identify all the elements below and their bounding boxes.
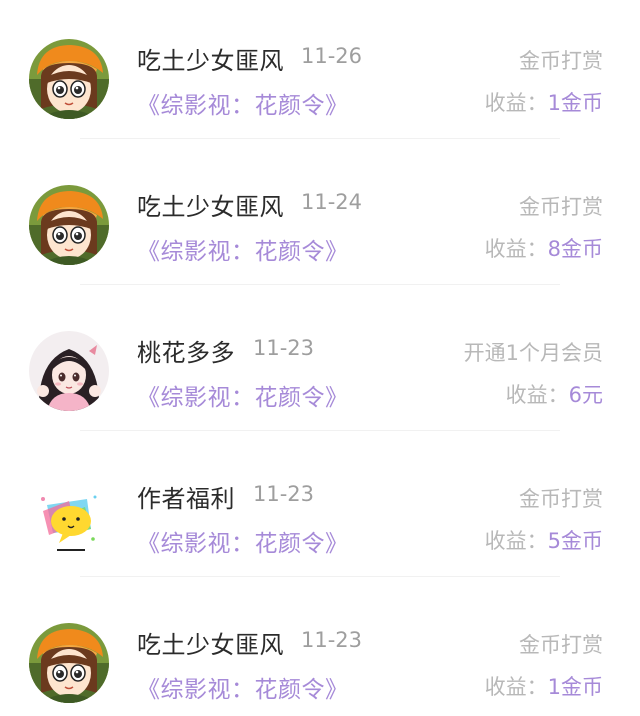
record-date: 11-23 xyxy=(301,628,363,652)
income-label: 收益： xyxy=(484,237,548,261)
sender-name: 吃土少女匪风 xyxy=(137,631,284,659)
sender-name: 桃花多多 xyxy=(137,339,235,367)
income-amount: 收益：1金币 xyxy=(485,671,603,701)
income-value: 8金币 xyxy=(547,237,603,261)
reward-type: 金币打赏 xyxy=(519,195,603,219)
reward-record-list: 吃土少女匪风 11-26 《综影视：花颜令》 金币打赏 收益：1金币 吃土少女匪… xyxy=(0,0,640,716)
book-title-link[interactable]: 《综影视：花颜令》 xyxy=(137,232,349,266)
income-amount: 收益：6元 xyxy=(506,379,603,409)
sender-name: 作者福利 xyxy=(137,485,235,513)
reward-type: 金币打赏 xyxy=(519,633,603,657)
reward-record-item[interactable]: 吃土少女匪风 11-23 《综影视：花颜令》 金币打赏 收益：1金币 xyxy=(0,584,640,716)
income-value: 1金币 xyxy=(547,675,603,699)
row-divider xyxy=(80,576,560,577)
anime-girl-pink-avatar[interactable] xyxy=(29,331,109,411)
row-divider xyxy=(80,284,560,285)
income-value: 6元 xyxy=(568,383,603,407)
income-amount: 收益：8金币 xyxy=(485,233,603,263)
record-date: 11-24 xyxy=(301,190,363,214)
book-title-link[interactable]: 《综影视：花颜令》 xyxy=(137,670,349,704)
sender-name: 吃土少女匪风 xyxy=(137,47,284,75)
yellow-chat-bubble-avatar[interactable] xyxy=(29,477,109,557)
girl-orange-hat-avatar[interactable] xyxy=(29,39,109,119)
row-divider xyxy=(80,138,560,139)
reward-record-item[interactable]: 作者福利 11-23 《综影视：花颜令》 金币打赏 收益：5金币 xyxy=(0,438,640,584)
income-amount: 收益：5金币 xyxy=(485,525,603,555)
reward-record-item[interactable]: 桃花多多 11-23 《综影视：花颜令》 开通1个月会员 收益：6元 xyxy=(0,292,640,438)
book-title-link[interactable]: 《综影视：花颜令》 xyxy=(137,524,349,558)
income-label: 收益： xyxy=(484,91,548,115)
girl-orange-hat-avatar[interactable] xyxy=(29,185,109,265)
book-title-link[interactable]: 《综影视：花颜令》 xyxy=(137,378,349,412)
income-label: 收益： xyxy=(505,383,569,407)
row-divider xyxy=(80,430,560,431)
income-amount: 收益：1金币 xyxy=(485,87,603,117)
income-label: 收益： xyxy=(484,529,548,553)
reward-type: 开通1个月会员 xyxy=(463,341,603,365)
record-date: 11-23 xyxy=(253,336,315,360)
book-title-link[interactable]: 《综影视：花颜令》 xyxy=(137,86,349,120)
reward-type: 金币打赏 xyxy=(519,49,603,73)
sender-name: 吃土少女匪风 xyxy=(137,193,284,221)
income-value: 1金币 xyxy=(547,91,603,115)
income-label: 收益： xyxy=(484,675,548,699)
reward-record-item[interactable]: 吃土少女匪风 11-24 《综影视：花颜令》 金币打赏 收益：8金币 xyxy=(0,146,640,292)
record-date: 11-26 xyxy=(301,44,363,68)
reward-record-item[interactable]: 吃土少女匪风 11-26 《综影视：花颜令》 金币打赏 收益：1金币 xyxy=(0,0,640,146)
record-date: 11-23 xyxy=(253,482,315,506)
income-value: 5金币 xyxy=(547,529,603,553)
reward-type: 金币打赏 xyxy=(519,487,603,511)
girl-orange-hat-avatar[interactable] xyxy=(29,623,109,703)
